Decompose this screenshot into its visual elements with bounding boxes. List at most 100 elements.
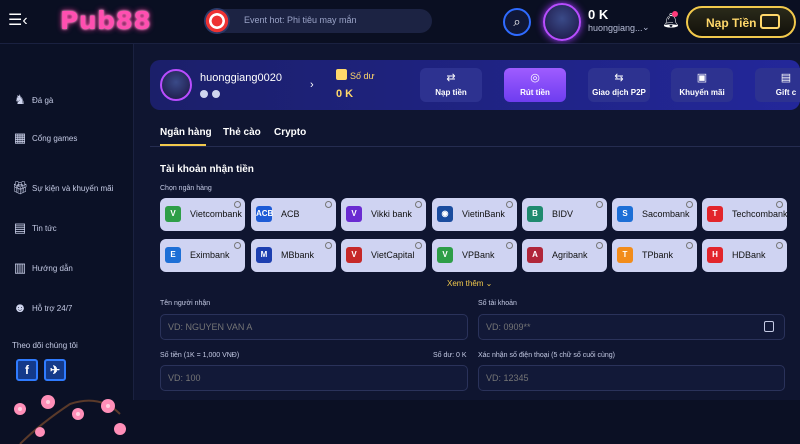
bank-logo-icon: V [437,247,453,263]
bank-name: Eximbank [190,250,230,260]
bank-logo-icon: V [165,206,181,222]
bank-logo-icon: M [256,247,272,263]
profile-username: huonggiang0020 [200,72,282,84]
bank-option[interactable]: T Techcombank [702,198,788,231]
bank-option[interactable]: V Vietcombank [160,198,245,231]
phone-input[interactable] [478,365,785,391]
bank-logo-icon: V [346,247,362,263]
bank-option[interactable]: A Agribank [522,239,607,272]
account-label: Số tài khoản [478,300,517,307]
deposit-label: Nạp Tiền [706,16,757,30]
gift-action-button[interactable]: ▤ Gift c [755,68,800,102]
action-label: Gift c [775,88,797,97]
recipient-label: Tên người nhận [160,300,211,307]
sidebar-item-games[interactable]: ▦ Cổng games [0,128,134,152]
radio-icon[interactable] [325,201,332,208]
radio-icon[interactable] [506,242,513,249]
radio-icon[interactable] [234,242,241,249]
account-input[interactable] [478,314,785,340]
search-icon: ⌕ [513,14,521,29]
bank-option[interactable]: E Eximbank [160,239,245,272]
action-icon: ◎ [530,72,540,84]
sidebar-item-label: Sự kiện và khuyến mãi [32,184,114,193]
bank-option[interactable]: H HDBank [702,239,787,272]
sidebar-item-label: Cổng games [32,134,78,143]
bank-logo-icon: B [527,206,543,222]
sidebar-item-guide[interactable]: ▥ Hướng dẫn [0,258,134,282]
radio-icon[interactable] [234,201,241,208]
bank-option[interactable]: B BIDV [522,198,607,231]
sidebar-item-news[interactable]: ▤ Tin tức [0,218,134,242]
radio-icon[interactable] [415,242,422,249]
bank-option[interactable]: S Sacombank [612,198,697,231]
profile-avatar[interactable] [160,69,192,101]
telegram-icon[interactable]: ✈ [44,359,66,381]
radio-icon[interactable] [596,242,603,249]
bank-option[interactable]: V VietCapital [341,239,426,272]
paste-icon[interactable] [764,321,774,332]
balance-icon [336,69,347,80]
verified-icon [212,90,220,98]
sidebar-item-label: Hướng dẫn [32,264,73,273]
logo[interactable]: Pub88 [60,6,151,35]
promo-action-button[interactable]: ▣ Khuyến mãi [671,68,733,102]
top-bar: ☰‹ Pub88 Event hot: Phi tiêu may mắn ⌕ 0… [0,0,800,44]
radio-icon[interactable] [686,201,693,208]
amount-label: Số tiền (1K = 1,000 VNĐ) [160,352,240,359]
sidebar-item-events[interactable]: 🎁︎ Sự kiện và khuyến mãi [0,178,134,202]
collapse-menu-icon[interactable]: ☰‹ [8,10,32,32]
bank-option[interactable]: V Vikki bank [341,198,426,231]
recipient-input[interactable] [160,314,468,340]
p2p-action-button[interactable]: ⇆ Giao dịch P2P [588,68,650,102]
notification-dot [672,11,678,17]
action-label: Nạp tiền [435,88,467,97]
amount-balance: Số dư: 0 K [433,352,467,359]
event-banner[interactable]: Event hot: Phi tiêu may mắn [204,8,432,34]
action-icon: ▤ [780,72,792,84]
dart-target-icon [204,8,230,34]
bank-option[interactable]: ◉ VietinBank [432,198,517,231]
balance-label: Số dư [350,71,375,81]
deposit-button[interactable]: Nạp Tiền [686,6,796,38]
bank-logo-icon: ◉ [437,206,453,222]
facebook-icon[interactable]: f [16,359,38,381]
amount-input[interactable] [160,365,468,391]
bank-logo-icon: A [527,247,543,263]
action-icon: ⇄ [446,72,456,84]
radio-icon[interactable] [415,201,422,208]
chevron-down-icon[interactable]: ⌄ [642,22,650,33]
bank-select-label: Chọn ngân hàng [160,185,212,192]
sidebar-item-cockfight[interactable]: ♞ Đá gà [0,90,134,114]
avatar[interactable] [543,3,581,41]
tab-bank[interactable]: Ngân hàng [160,127,212,138]
bank-option[interactable]: T TPbank [612,239,697,272]
withdraw-action-button[interactable]: ◎ Rút tiền [504,68,566,102]
tab-crypto[interactable]: Crypto [274,127,306,138]
chevron-right-icon[interactable]: › [310,79,314,91]
bank-name: VietinBank [462,209,505,219]
bank-name: Vietcombank [190,209,242,219]
radio-icon[interactable] [325,242,332,249]
bank-option[interactable]: V VPBank [432,239,517,272]
tab-card[interactable]: Thẻ cào [223,127,261,138]
radio-icon[interactable] [506,201,513,208]
deposit-action-button[interactable]: ⇄ Nạp tiền [420,68,482,102]
gift-icon: 🎁︎ [12,180,29,195]
see-more-link[interactable]: Xem thêm ⌄ [447,279,492,288]
header-balance: 0 K [588,7,609,22]
bank-name: BIDV [552,209,574,219]
divider [150,146,800,147]
follow-label: Theo dõi chúng tôi [12,341,78,350]
bank-option[interactable]: ACB ACB [251,198,336,231]
bank-option[interactable]: M MBbank [251,239,336,272]
bank-logo-icon: V [346,206,362,222]
event-text: Event hot: Phi tiêu may mắn [244,15,357,25]
bank-logo-icon: S [617,206,633,222]
search-button[interactable]: ⌕ [503,8,531,36]
radio-icon[interactable] [596,201,603,208]
sidebar-item-support[interactable]: ☻ Hỗ trợ 24/7 [0,298,134,322]
radio-icon[interactable] [686,242,693,249]
action-label: Rút tiền [520,88,550,97]
radio-icon[interactable] [776,242,783,249]
radio-icon[interactable] [776,201,783,208]
